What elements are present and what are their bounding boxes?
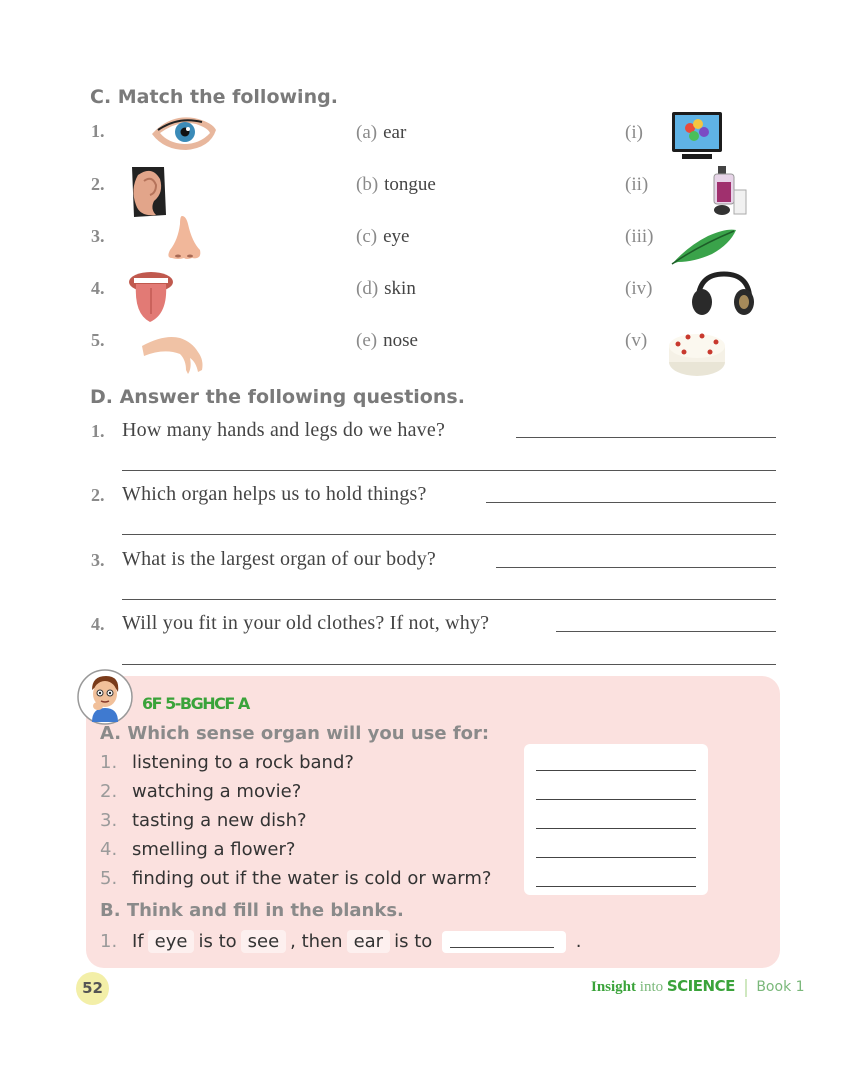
think-a-item-1: 1. listening to a rock band? [100,752,354,773]
match-num-1: 1. [91,121,105,141]
answer-box [524,744,708,895]
fill-word: is to [198,931,237,952]
think-a-item-5: 5. finding out if the water is cold or wa… [100,868,491,889]
question-3-text: What is the largest organ of our body? [122,548,437,570]
fill-blank-line[interactable] [450,947,554,948]
match-roman-5: (v) [625,330,648,351]
think-a-item-2: 2. watching a movie? [100,781,301,802]
fill-word: If [132,931,144,952]
answer-blank-4[interactable] [536,857,696,858]
item-text: tasting a new dish? [132,810,307,831]
match-word-d: (d) skin [356,278,416,300]
match-word-b: (b) tongue [356,174,436,196]
headphones-image [692,271,754,315]
option-letter: (b) [356,174,379,195]
answer-blank-2[interactable] [536,799,696,800]
fill-word: is to [394,931,433,952]
think-b-item-1: 1. If eye is to see, then ear is to . [100,930,581,953]
match-num-2: 2. [91,174,105,194]
footer-brand: Insight into SCIENCE Book 1 [591,977,805,997]
answer-blank-1[interactable] [536,770,696,771]
match-roman-2: (ii) [625,174,649,195]
brand-into: into [639,979,664,995]
option-letter: (d) [356,278,379,299]
item-num: 3. [100,810,118,831]
question-2-text: Which organ helps us to hold things? [122,483,427,505]
option-word: nose [383,330,418,351]
brand-book: Book 1 [756,979,805,995]
fill-blank-box[interactable] [442,931,566,953]
option-letter: (a) [356,122,378,143]
option-word: ear [383,122,407,143]
question-num-4: 4. [91,614,105,634]
match-word-c: (c) eye [356,226,409,248]
match-num-4: 4. [91,278,105,298]
question-4-text: Will you fit in your old clothes? If not… [122,612,490,634]
answer-line-1b[interactable] [122,470,776,471]
item-num: 4. [100,839,118,860]
match-word-e: (e) nose [356,330,418,352]
section-c-heading: C. Match the following. [90,86,338,108]
option-letter: (e) [356,330,378,351]
question-num-1: 1. [91,421,105,441]
answer-line-4a[interactable] [556,631,776,632]
match-word-a: (a) ear [356,122,406,144]
cake-image [669,333,725,376]
section-d-heading: D. Answer the following questions. [90,386,465,408]
brand-divider [744,978,747,997]
match-num-5: 5. [91,330,105,350]
answer-blank-5[interactable] [536,886,696,887]
option-word: tongue [384,174,436,195]
think-box: A. Which sense organ will you use for: 1… [86,676,780,968]
option-letter: (c) [356,226,378,247]
item-num: 1. [100,752,118,773]
feather-image [671,229,736,265]
answer-line-3b[interactable] [122,599,776,600]
nose-image [168,216,201,259]
answer-line-4b[interactable] [122,664,776,665]
tv-image [672,112,722,159]
item-text: listening to a rock band? [132,752,354,773]
answer-line-2a[interactable] [486,502,776,503]
item-num: 1. [100,931,118,952]
perfume-image [713,166,747,215]
fill-word: , then [290,931,343,952]
ear-image [132,167,166,217]
think-badge-label: 6F 5-BGHCF A [142,694,250,713]
hand-image [142,337,203,374]
item-num: 5. [100,868,118,889]
answer-blank-3[interactable] [536,828,696,829]
item-text: watching a movie? [132,781,302,802]
match-num-3: 3. [91,226,105,246]
word-chip: ear [346,930,391,953]
question-num-2: 2. [91,485,105,505]
think-b-heading: B. Think and fill in the blanks. [100,900,404,921]
question-1-text: How many hands and legs do we have? [122,419,446,441]
answer-line-1a[interactable] [516,437,776,438]
word-chip: see [240,930,287,953]
think-a-item-4: 4. smelling a flower? [100,839,295,860]
option-word: eye [383,226,410,247]
answer-line-2b[interactable] [122,534,776,535]
think-a-item-3: 3. tasting a new dish? [100,810,307,831]
brand-science: SCIENCE [666,977,735,995]
page-number: 52 [82,979,103,997]
think-a-heading: A. Which sense organ will you use for: [100,723,490,744]
item-text: finding out if the water is cold or warm… [132,868,492,889]
item-text: smelling a flower? [132,839,296,860]
match-roman-3: (iii) [625,226,654,247]
match-roman-4: (iv) [625,278,653,299]
thinking-boy-icon [77,669,133,725]
brand-insight: Insight [591,979,637,995]
answer-line-3a[interactable] [496,567,776,568]
item-num: 2. [100,781,118,802]
match-roman-1: (i) [625,122,643,143]
word-chip: eye [147,930,195,953]
tongue-image [129,272,173,322]
option-word: skin [384,278,416,299]
question-num-3: 3. [91,550,105,570]
eye-image [152,117,216,150]
fill-end: . [575,931,582,952]
